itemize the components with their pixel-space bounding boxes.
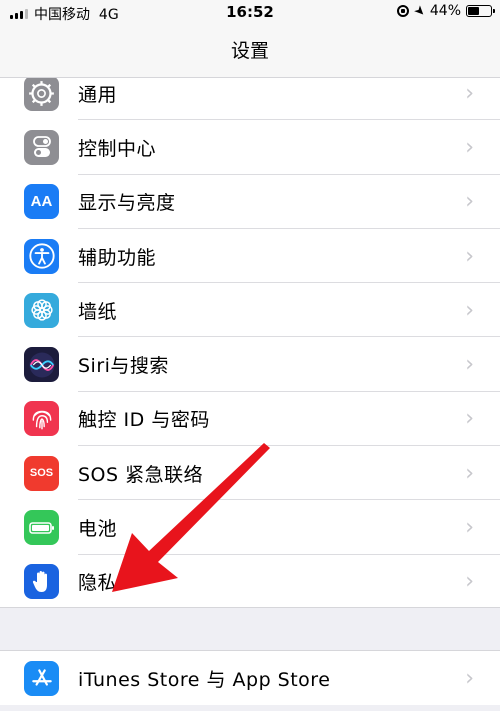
chevron-right-icon: › [465, 134, 474, 160]
chevron-right-icon: › [465, 243, 474, 269]
row-label: 通用 [78, 83, 118, 106]
battery-icon [24, 510, 59, 546]
row-label: 辅助功能 [78, 246, 157, 269]
row-label: Siri与搜索 [78, 355, 169, 378]
row-label: 控制中心 [78, 137, 157, 160]
row-label: 隐私 [78, 572, 118, 595]
app-store-icon [24, 660, 59, 696]
status-right: ➤ 44% [396, 1, 495, 21]
chevron-right-icon: › [465, 569, 474, 595]
settings-row-wallpaper[interactable]: 墙纸 › [0, 283, 500, 338]
status-bar: 中国移动 4G 16:52 ➤ 44% [0, 0, 500, 26]
battery-percent: 44% [429, 3, 461, 19]
settings-list-stores: iTunes Store 与 App Store › [0, 651, 500, 706]
chevron-right-icon: › [465, 665, 474, 691]
chevron-right-icon: › [465, 515, 474, 541]
chevron-right-icon: › [465, 406, 474, 432]
location-arrow-icon: ➤ [410, 1, 429, 21]
row-label: 触控 ID 与密码 [78, 409, 210, 432]
settings-row-touch-id[interactable]: 触控 ID 与密码 › [0, 391, 500, 447]
gear-icon [24, 75, 59, 111]
chevron-right-icon: › [465, 189, 474, 215]
chevron-right-icon: › [465, 80, 474, 106]
row-label: 显示与亮度 [78, 192, 176, 215]
row-label: iTunes Store 与 App Store [78, 668, 331, 691]
sos-glyph: SOS [29, 467, 54, 480]
section-gap [0, 607, 500, 651]
nav-bar: 设置 [0, 26, 500, 78]
battery-status-icon [466, 5, 495, 17]
settings-row-privacy[interactable]: 隐私 › [0, 554, 500, 609]
privacy-hand-icon [24, 564, 59, 600]
accessibility-icon [24, 238, 59, 274]
siri-icon [24, 347, 59, 383]
settings-row-control-center[interactable]: 控制中心 › [0, 120, 500, 175]
settings-row-emergency-sos[interactable]: SOS SOS 紧急联络 › [0, 446, 500, 501]
settings-row-display[interactable]: AA 显示与亮度 › [0, 174, 500, 229]
orientation-lock-icon [396, 5, 409, 17]
row-label: SOS 紧急联络 [78, 463, 204, 486]
page-title: 设置 [230, 40, 269, 62]
chevron-right-icon: › [465, 352, 474, 378]
settings-row-itunes-app-store[interactable]: iTunes Store 与 App Store › [0, 651, 500, 706]
settings-row-battery[interactable]: 电池 › [0, 500, 500, 555]
touch-id-icon [24, 401, 59, 437]
display-glyph: AA [30, 193, 53, 211]
display-brightness-icon: AA [24, 184, 59, 220]
sos-icon: SOS [24, 455, 59, 491]
settings-row-accessibility[interactable]: 辅助功能 › [0, 228, 500, 284]
row-label: 墙纸 [78, 300, 118, 323]
chevron-right-icon: › [465, 460, 474, 486]
settings-list: 通用 › 控制中心 › AA 显示与亮度 › 辅助功能 › 墙纸 › Siri与… [0, 66, 500, 609]
settings-row-siri[interactable]: Siri与搜索 › [0, 337, 500, 392]
control-center-icon [24, 129, 59, 165]
chevron-right-icon: › [465, 297, 474, 323]
row-label: 电池 [78, 518, 118, 541]
wallpaper-icon [24, 292, 59, 328]
